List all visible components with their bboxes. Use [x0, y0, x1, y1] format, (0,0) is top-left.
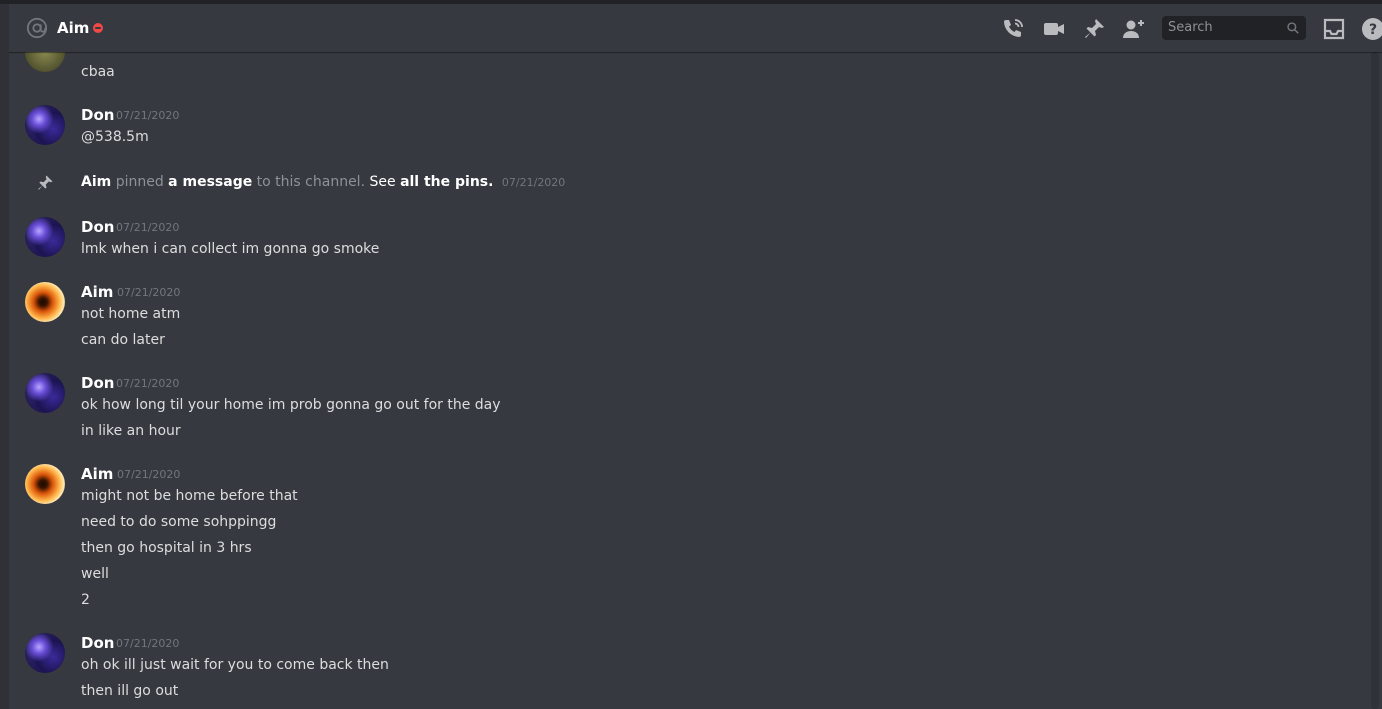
pin-actor[interactable]: Aim	[81, 174, 111, 190]
inbox-icon[interactable]	[1322, 17, 1346, 41]
search-icon	[1287, 22, 1299, 34]
search-placeholder: Search	[1168, 20, 1213, 35]
scrollbar-track[interactable]	[1371, 52, 1379, 709]
avatar-don[interactable]	[25, 105, 65, 145]
message-text: @538.5m	[81, 129, 149, 145]
message-text: then go hospital in 3 hrs	[81, 540, 252, 556]
pin-text-2: to this channel.	[256, 174, 366, 190]
message-author[interactable]: Don	[81, 633, 114, 653]
message-text: not home atm	[81, 306, 181, 322]
avatar-don[interactable]	[25, 217, 65, 257]
message-list: cbaa Don 07/21/2020 @538.5m Aim pinned a…	[9, 52, 1365, 709]
message-text: well	[81, 566, 109, 582]
message-author[interactable]: Aim	[81, 464, 113, 484]
message-author[interactable]: Don	[81, 217, 114, 237]
message-text: then ill go out	[81, 683, 179, 699]
channel-header: Aim Search ?	[9, 4, 1382, 52]
avatar-don[interactable]	[25, 373, 65, 413]
video-call-icon[interactable]	[1042, 17, 1066, 41]
message-timestamp: 07/21/2020	[117, 468, 181, 481]
message-text: 2	[81, 592, 90, 608]
message-timestamp: 07/21/2020	[116, 637, 180, 650]
message-timestamp: 07/21/2020	[116, 109, 180, 122]
left-sidebar-edge	[0, 4, 9, 709]
dnd-status-icon	[93, 23, 103, 33]
phone-call-icon[interactable]	[1001, 17, 1025, 41]
message-text: ok how long til your home im prob gonna …	[81, 397, 501, 413]
message-timestamp: 07/21/2020	[117, 286, 181, 299]
avatar-aim[interactable]	[25, 464, 65, 504]
message-text: lmk when i can collect im gonna go smoke	[81, 241, 380, 257]
message-timestamp: 07/21/2020	[116, 377, 180, 390]
svg-text:?: ?	[1369, 22, 1377, 38]
pin-icon	[38, 175, 53, 190]
help-icon[interactable]: ?	[1361, 17, 1382, 41]
all-pins-link[interactable]: all the pins.	[400, 174, 493, 190]
message-text: in like an hour	[81, 423, 181, 439]
pin-text: pinned	[115, 174, 164, 190]
pin-timestamp: 07/21/2020	[501, 176, 566, 189]
see-prefix: See	[369, 174, 396, 190]
avatar-aim[interactable]	[25, 282, 65, 322]
avatar-don[interactable]	[25, 633, 65, 673]
message-author[interactable]: Don	[81, 105, 114, 125]
message-text: might not be home before that	[81, 488, 298, 504]
channel-title[interactable]: Aim	[57, 18, 89, 38]
avatar[interactable]	[25, 52, 65, 72]
message-author[interactable]: Aim	[81, 282, 113, 302]
pinned-message-link[interactable]: a message	[168, 174, 252, 190]
message-text: need to do some sohppingg	[81, 514, 277, 530]
at-sign-icon	[26, 17, 48, 39]
message-text: can do later	[81, 332, 165, 348]
message-text: oh ok ill just wait for you to come back…	[81, 657, 389, 673]
message-timestamp: 07/21/2020	[116, 221, 180, 234]
search-input[interactable]: Search	[1162, 16, 1306, 40]
message-text: cbaa	[81, 64, 115, 80]
pin-icon[interactable]	[1082, 17, 1106, 41]
add-friend-icon[interactable]	[1122, 17, 1146, 41]
system-pin-message: Aim pinned a message to this channel. Se…	[81, 172, 565, 193]
message-author[interactable]: Don	[81, 373, 114, 393]
